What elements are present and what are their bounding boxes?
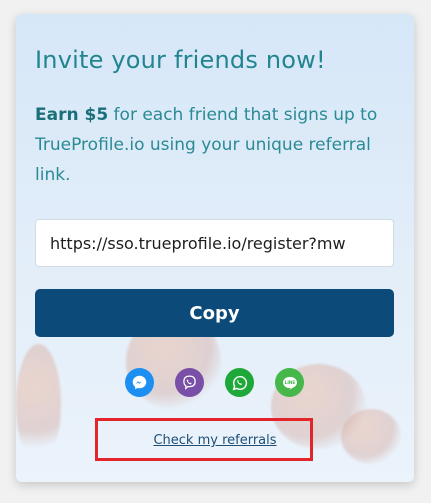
copy-button[interactable]: Copy xyxy=(35,289,394,337)
messenger-icon xyxy=(131,374,148,391)
invite-card: Invite your friends now! Earn $5 for eac… xyxy=(16,14,414,482)
viber-icon xyxy=(181,374,198,391)
share-buttons: LINE xyxy=(125,368,315,398)
viber-share-button[interactable] xyxy=(175,368,204,397)
line-icon: LINE xyxy=(280,373,300,393)
whatsapp-icon xyxy=(231,374,249,392)
svg-text:LINE: LINE xyxy=(284,380,295,385)
earn-amount: Earn $5 xyxy=(35,105,109,125)
messenger-share-button[interactable] xyxy=(125,368,154,397)
whatsapp-share-button[interactable] xyxy=(225,368,254,397)
line-share-button[interactable]: LINE xyxy=(275,368,304,397)
check-referrals-link[interactable]: Check my referrals xyxy=(16,433,414,448)
referral-link-field[interactable] xyxy=(35,219,394,267)
invite-title: Invite your friends now! xyxy=(35,46,326,74)
invite-description: Earn $5 for each friend that signs up to… xyxy=(35,100,405,190)
